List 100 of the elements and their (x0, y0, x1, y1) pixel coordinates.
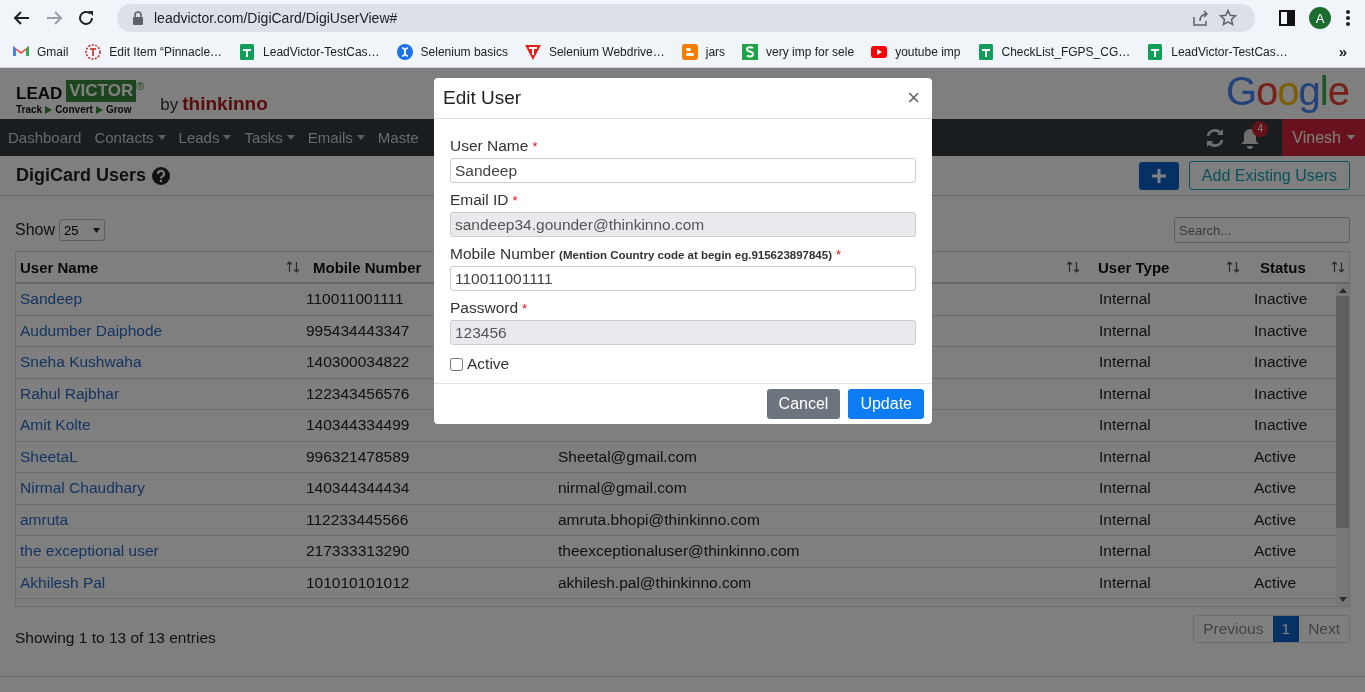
user-name-link[interactable]: the exceptional user (20, 542, 159, 561)
blog-icon (680, 42, 699, 61)
bookmark[interactable]: Selenium Webdrive… (523, 42, 665, 61)
column-header[interactable]: User Name (20, 258, 99, 276)
user-name-link[interactable]: Akhilesh Pal (20, 573, 106, 592)
field-label: Email ID (450, 191, 509, 209)
user-name-link[interactable]: Nirmal Chaudhary (20, 479, 145, 498)
pagination-button[interactable]: 1 (1272, 616, 1300, 642)
user-name-link[interactable]: Amit Kolte (20, 416, 91, 435)
close-button[interactable]: × (905, 85, 922, 111)
profile-avatar[interactable]: A (1309, 7, 1331, 29)
bookmark[interactable]: youtube imp (870, 42, 961, 61)
table-cell: 101010101012 (306, 573, 410, 592)
menu-icon[interactable] (1345, 9, 1351, 27)
field-label: User Name (450, 137, 529, 155)
checkbox-label: Active (467, 355, 510, 373)
user-name-link[interactable]: Rahul Rajbhar (20, 384, 120, 403)
nav-menu-item[interactable]: Maste (377, 129, 419, 146)
cancel-button[interactable]: Cancel (766, 389, 841, 419)
column-header[interactable]: Mobile Number (313, 258, 422, 276)
table-cell: Active (1254, 479, 1297, 498)
sort-icon[interactable] (1226, 261, 1240, 273)
table-cell: Internal (1099, 321, 1151, 340)
user-name-link[interactable]: SheetaL (20, 447, 78, 466)
table-cell: 140344334499 (306, 416, 410, 435)
more-bookmarks-button[interactable]: » (1338, 43, 1347, 60)
table-cell: 110011001111 (306, 290, 404, 309)
tagline-text: Convert (55, 104, 93, 115)
user-name-link[interactable]: amruta (20, 510, 69, 529)
input-field[interactable]: 110011001111 (450, 266, 916, 291)
table-cell: Active (1254, 542, 1297, 561)
nav-menu-item[interactable]: Emails (307, 129, 365, 146)
table-cell: 140300034822 (306, 353, 410, 372)
table-cell: Internal (1099, 479, 1151, 498)
url-text: leadvictor.com/DigiCard/DigiUserView# (154, 10, 398, 26)
table-cell: Internal (1099, 384, 1151, 403)
column-header[interactable]: User Type (1098, 258, 1170, 276)
play-icon (95, 105, 103, 114)
bookmark[interactable]: Selenium basics (395, 42, 508, 61)
spreadsheet-icon (238, 42, 257, 61)
table-cell: Inactive (1254, 353, 1308, 372)
table-cell: Inactive (1254, 321, 1308, 340)
table-cell: Inactive (1254, 290, 1308, 309)
lock-icon (132, 11, 144, 25)
nav-menu-item[interactable]: Dashboard (8, 129, 82, 146)
bookmark[interactable]: jars (680, 42, 726, 61)
table-cell: Internal (1099, 290, 1151, 309)
search-field[interactable]: Search... (1174, 217, 1350, 243)
bookmark[interactable]: very imp for sele (741, 42, 855, 61)
column-header[interactable]: Status (1260, 258, 1306, 276)
bell-icon[interactable] (1240, 126, 1261, 149)
tagline-text: Track (16, 104, 43, 115)
required-mark: * (532, 139, 538, 154)
scrollbar-thumb[interactable] (1336, 296, 1349, 528)
table-cell: theexceptionaluser@thinkinno.com (558, 542, 800, 561)
table-cell: Internal (1099, 510, 1151, 529)
table-cell: Sheetal@gmail.com (558, 447, 697, 466)
help-icon (152, 166, 171, 185)
table-cell: 112233445566 (306, 510, 409, 529)
update-button[interactable]: Update (848, 389, 924, 419)
site-icon (84, 42, 103, 61)
nav-menu-item[interactable]: Contacts (94, 129, 166, 146)
reload-icon[interactable] (77, 9, 95, 27)
user-name-link[interactable]: Sneha Kushwaha (20, 353, 142, 372)
table-cell: Internal (1099, 447, 1151, 466)
registered-mark: ® (136, 80, 145, 92)
field-label: Password (450, 299, 519, 317)
user-name-link[interactable]: Sandeep (20, 290, 83, 309)
star-icon[interactable] (1219, 9, 1237, 27)
user-name-link[interactable]: Audumber Daiphode (20, 321, 163, 340)
add-button[interactable] (1138, 161, 1179, 190)
nav-menu-item[interactable]: Leads (178, 129, 232, 146)
table-cell: Inactive (1254, 416, 1308, 435)
nav-menu-item[interactable]: Tasks (244, 129, 295, 146)
user-menu-button[interactable]: Vinesh (1282, 119, 1365, 156)
scrollbar[interactable] (1336, 284, 1349, 606)
field-label: Mobile Number (450, 245, 556, 263)
page-length-select[interactable]: 25 (59, 219, 106, 241)
table-cell: Internal (1099, 573, 1151, 592)
active-checkbox[interactable] (450, 357, 463, 371)
partner-logo: Google (1226, 69, 1349, 114)
sort-icon[interactable] (1066, 261, 1080, 273)
caret-icon (223, 135, 232, 140)
sort-icon[interactable] (286, 261, 300, 273)
bookmark[interactable]: CheckList_FGPS_CG… (976, 42, 1131, 61)
table-cell: Active (1254, 573, 1297, 592)
back-icon[interactable] (13, 9, 31, 27)
sort-icon[interactable] (1331, 261, 1345, 273)
company-logo-text: thinkinno (182, 93, 268, 115)
address-bar[interactable]: leadvictor.com/DigiCard/DigiUserView# (117, 4, 1255, 32)
sidebar-icon[interactable] (1279, 10, 1295, 26)
share-icon[interactable] (1191, 9, 1209, 27)
table-cell: 996321478589 (306, 447, 410, 466)
bookmark[interactable]: LeadVictor-TestCas… (238, 42, 380, 61)
table-cell: Internal (1099, 542, 1151, 561)
bookmark[interactable]: Gmail (12, 42, 69, 61)
bookmark[interactable]: Edit Item “Pinnacle… (84, 42, 223, 61)
table-cell: Active (1254, 510, 1297, 529)
input-field[interactable]: Sandeep (450, 158, 916, 183)
bookmark[interactable]: LeadVictor-TestCas… (1146, 42, 1288, 61)
